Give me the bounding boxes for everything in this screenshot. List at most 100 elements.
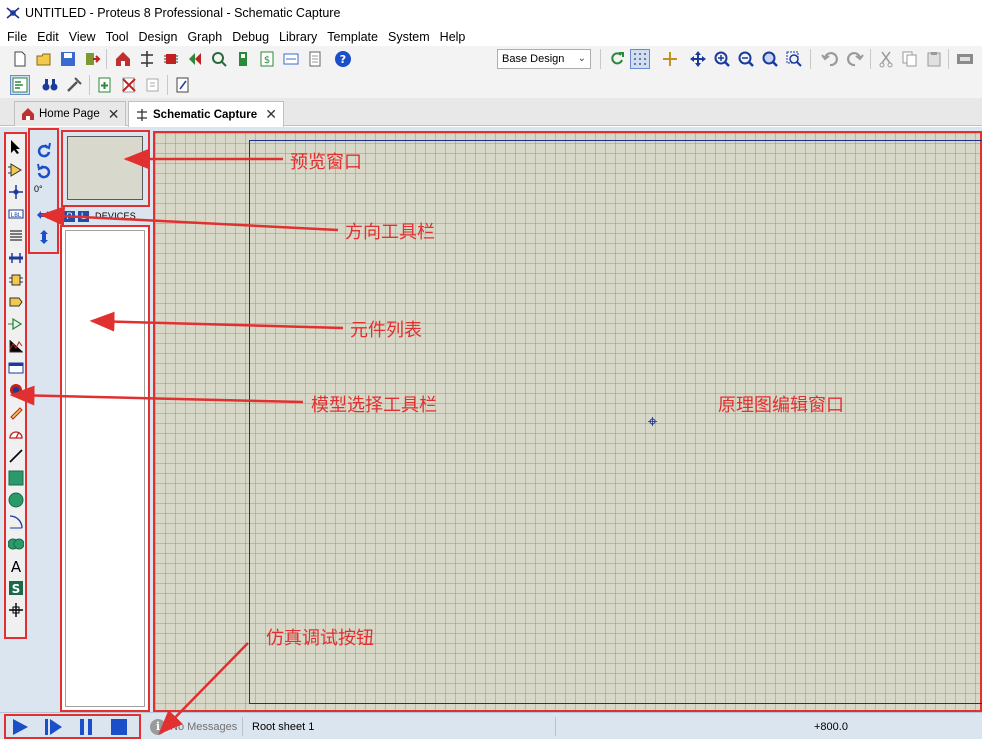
main-toolbar: $ ? Base Design ⌄ (0, 46, 982, 72)
mode-selector-toolbar: LBL A S (4, 132, 27, 639)
secondary-toolbar (0, 72, 982, 98)
subcircuit-mode-icon[interactable] (7, 271, 24, 288)
menu-file[interactable]: File (2, 30, 32, 44)
toggle-grid-icon[interactable] (630, 49, 650, 69)
pick-devices-button[interactable]: P (64, 210, 75, 222)
rotate-clockwise-icon[interactable] (36, 142, 52, 158)
source-code-icon[interactable] (281, 49, 301, 69)
design-variant-value: Base Design (502, 53, 565, 65)
2d-line-mode-icon[interactable] (7, 447, 24, 464)
run-simulation-icon[interactable] (6, 716, 34, 737)
new-sheet-icon[interactable] (95, 75, 115, 95)
2d-text-mode-icon[interactable]: A (7, 557, 24, 574)
design-browser-icon[interactable] (10, 75, 30, 95)
schematic-capture-icon[interactable] (137, 49, 157, 69)
home-page-icon[interactable] (113, 49, 133, 69)
paste-icon[interactable] (924, 49, 944, 69)
close-project-icon[interactable] (82, 49, 102, 69)
menu-tool[interactable]: Tool (101, 30, 134, 44)
voltage-probe-mode-icon[interactable] (7, 403, 24, 420)
proteus-app-icon (6, 7, 20, 19)
pause-simulation-icon[interactable] (72, 716, 100, 737)
2d-markers-mode-icon[interactable] (7, 601, 24, 618)
stop-simulation-icon[interactable] (105, 716, 133, 737)
terminals-mode-icon[interactable] (7, 293, 24, 310)
2d-box-mode-icon[interactable] (7, 469, 24, 486)
menu-template[interactable]: Template (322, 30, 383, 44)
bill-of-materials-icon[interactable]: $ (257, 49, 277, 69)
overview-viewport[interactable] (67, 136, 143, 200)
mirror-x-icon[interactable] (36, 207, 52, 223)
toggle-origin-icon[interactable] (660, 49, 680, 69)
device-selector-list (60, 225, 150, 712)
delete-sheet-icon[interactable] (119, 75, 139, 95)
menu-view[interactable]: View (64, 30, 101, 44)
zoom-in-icon[interactable] (712, 49, 732, 69)
text-script-mode-icon[interactable] (7, 227, 24, 244)
wire-label-mode-icon[interactable]: LBL (7, 205, 24, 222)
tape-recorder-mode-icon[interactable] (7, 359, 24, 376)
menu-debug[interactable]: Debug (227, 30, 274, 44)
bus-mode-icon[interactable] (7, 249, 24, 266)
copy-icon[interactable] (900, 49, 920, 69)
menu-design[interactable]: Design (134, 30, 183, 44)
menu-graph[interactable]: Graph (182, 30, 227, 44)
pan-icon[interactable] (688, 49, 708, 69)
project-notes-icon[interactable] (305, 49, 325, 69)
graph-mode-icon[interactable] (7, 337, 24, 354)
generator-mode-icon[interactable] (7, 381, 24, 398)
zoom-out-icon[interactable] (736, 49, 756, 69)
design-notes-icon[interactable] (173, 75, 193, 95)
overview-window[interactable] (61, 130, 150, 207)
undo-icon[interactable] (820, 49, 840, 69)
new-file-icon[interactable] (10, 49, 30, 69)
message-area[interactable]: i No Messages (150, 717, 237, 737)
device-list-box[interactable] (65, 230, 145, 707)
svg-text:LBL: LBL (10, 212, 21, 219)
selection-mode-icon[interactable] (7, 138, 24, 155)
annotation-device-list: 元件列表 (350, 320, 422, 341)
refresh-icon[interactable] (607, 49, 627, 69)
device-pins-mode-icon[interactable] (7, 315, 24, 332)
2d-arc-mode-icon[interactable] (7, 513, 24, 530)
junction-dot-mode-icon[interactable] (7, 183, 24, 200)
design-explorer-icon[interactable] (209, 49, 229, 69)
pcb-layout-icon[interactable] (161, 49, 181, 69)
2d-path-mode-icon[interactable] (7, 535, 24, 552)
menu-library[interactable]: Library (274, 30, 322, 44)
close-icon[interactable]: ✕ (265, 106, 277, 123)
rotation-angle-value: 0° (34, 184, 43, 194)
redo-icon[interactable] (845, 49, 865, 69)
help-icon[interactable]: ? (333, 49, 353, 69)
block-copy-icon[interactable] (955, 49, 975, 69)
annotation-mode-toolbar: 模型选择工具栏 (311, 395, 437, 416)
menu-edit[interactable]: Edit (32, 30, 64, 44)
tab-schematic-capture-label: Schematic Capture (153, 108, 258, 121)
find-icon[interactable] (40, 75, 60, 95)
zoom-area-icon[interactable] (784, 49, 804, 69)
3d-visualizer-icon[interactable] (233, 49, 253, 69)
2d-symbol-mode-icon[interactable]: S (7, 579, 24, 596)
library-manager-button[interactable]: L (78, 210, 89, 222)
menu-system[interactable]: System (383, 30, 435, 44)
property-tool-icon[interactable] (64, 75, 84, 95)
gerber-viewer-icon[interactable] (185, 49, 205, 69)
tab-schematic-capture[interactable]: Schematic Capture ✕ (128, 101, 284, 127)
design-variant-select[interactable]: Base Design ⌄ (497, 49, 591, 69)
menu-help[interactable]: Help (435, 30, 471, 44)
devices-header-label: DEVICES (95, 211, 136, 221)
rotate-anticlockwise-icon[interactable] (36, 163, 52, 179)
mirror-y-icon[interactable] (36, 229, 52, 245)
tab-home-page[interactable]: Home Page ✕ (14, 101, 127, 126)
2d-circle-mode-icon[interactable] (7, 491, 24, 508)
tab-home-page-label: Home Page (39, 108, 100, 120)
step-simulation-icon[interactable] (39, 716, 67, 737)
zoom-all-icon[interactable] (760, 49, 780, 69)
virtual-instruments-mode-icon[interactable] (7, 425, 24, 442)
save-icon[interactable] (58, 49, 78, 69)
component-mode-icon[interactable] (7, 161, 24, 178)
goto-sheet-icon[interactable] (143, 75, 163, 95)
cut-icon[interactable] (876, 49, 896, 69)
close-icon[interactable]: ✕ (108, 106, 120, 123)
open-folder-icon[interactable] (34, 49, 54, 69)
